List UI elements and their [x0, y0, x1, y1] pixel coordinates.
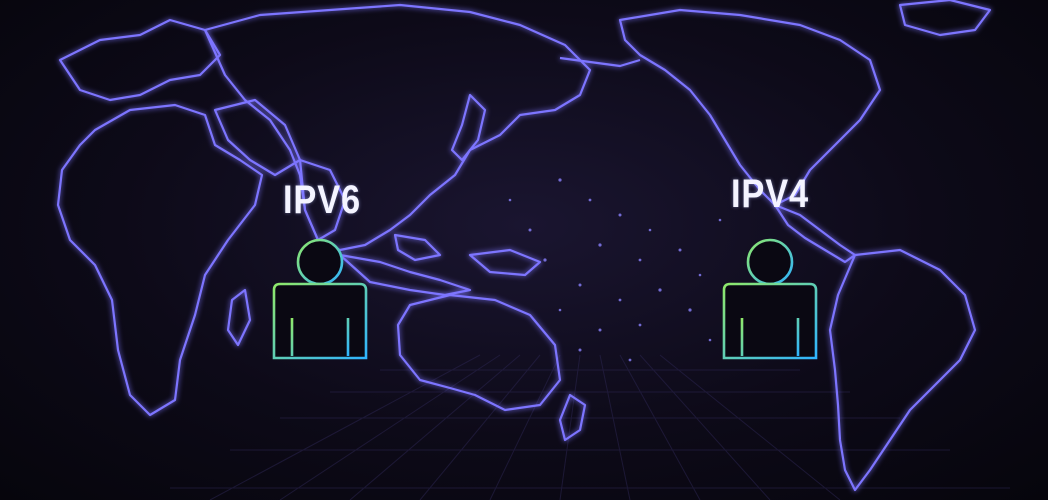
- scene: IPV6 IPV4: [0, 0, 1048, 500]
- person-icon: [720, 238, 820, 368]
- world-map: [56, 0, 992, 492]
- person-icon: [270, 238, 370, 368]
- ipv4-user: IPV4: [710, 172, 830, 372]
- ipv4-label: IPV4: [730, 172, 810, 216]
- ipv6-label: IPV6: [282, 178, 362, 222]
- ipv6-user: IPV6: [262, 178, 382, 378]
